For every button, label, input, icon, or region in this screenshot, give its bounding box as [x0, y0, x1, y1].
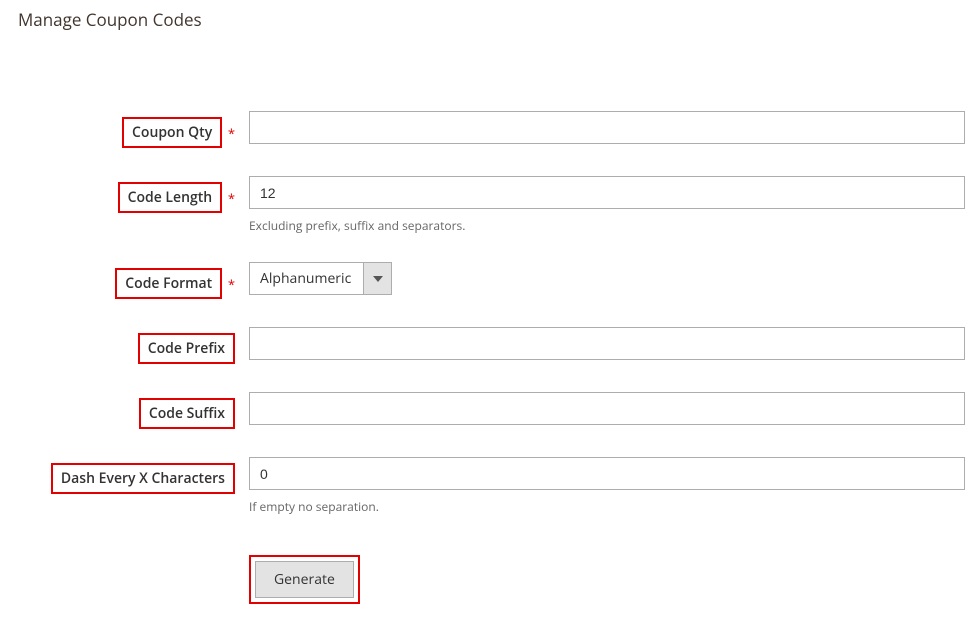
required-star-icon: * [228, 124, 235, 142]
input-dash-every[interactable] [249, 457, 965, 490]
input-code-prefix[interactable] [249, 327, 965, 360]
row-coupon-qty: Coupon Qty * [8, 111, 967, 148]
page-title: Manage Coupon Codes [18, 8, 967, 31]
label-code-prefix: Code Prefix [138, 333, 235, 364]
input-col [249, 111, 965, 144]
generate-button[interactable]: Generate [255, 561, 354, 598]
required-star-icon: * [228, 189, 235, 207]
label-code-length: Code Length [118, 182, 223, 213]
row-dash-every: Dash Every X Characters If empty no sepa… [8, 457, 967, 515]
button-row: Generate [8, 555, 967, 604]
label-col: Dash Every X Characters [8, 457, 241, 494]
input-col: If empty no separation. [249, 457, 965, 515]
generate-button-highlight: Generate [249, 555, 360, 604]
required-star-icon: * [228, 275, 235, 293]
input-col: Alphanumeric [249, 262, 965, 295]
label-code-suffix: Code Suffix [139, 398, 235, 429]
label-col: Code Suffix [8, 392, 241, 429]
label-col: Code Prefix [8, 327, 241, 364]
label-col: Code Length * [8, 176, 241, 213]
chevron-down-icon [363, 263, 391, 294]
row-code-prefix: Code Prefix [8, 327, 967, 364]
label-col: Coupon Qty * [8, 111, 241, 148]
coupon-form: Coupon Qty * Code Length * Excluding pre… [8, 111, 967, 604]
input-code-length[interactable] [249, 176, 965, 209]
input-coupon-qty[interactable] [249, 111, 965, 144]
input-col [249, 392, 965, 425]
row-code-format: Code Format * Alphanumeric [8, 262, 967, 299]
helper-code-length: Excluding prefix, suffix and separators. [249, 217, 965, 234]
input-col: Excluding prefix, suffix and separators. [249, 176, 965, 234]
label-code-format: Code Format [115, 268, 222, 299]
input-code-suffix[interactable] [249, 392, 965, 425]
row-code-length: Code Length * Excluding prefix, suffix a… [8, 176, 967, 234]
select-code-format[interactable]: Alphanumeric [249, 262, 392, 295]
label-coupon-qty: Coupon Qty [122, 117, 222, 148]
input-col [249, 327, 965, 360]
helper-dash-every: If empty no separation. [249, 498, 965, 515]
select-value: Alphanumeric [250, 263, 363, 294]
label-col: Code Format * [8, 262, 241, 299]
label-dash-every: Dash Every X Characters [51, 463, 235, 494]
button-col: Generate [249, 555, 360, 604]
row-code-suffix: Code Suffix [8, 392, 967, 429]
